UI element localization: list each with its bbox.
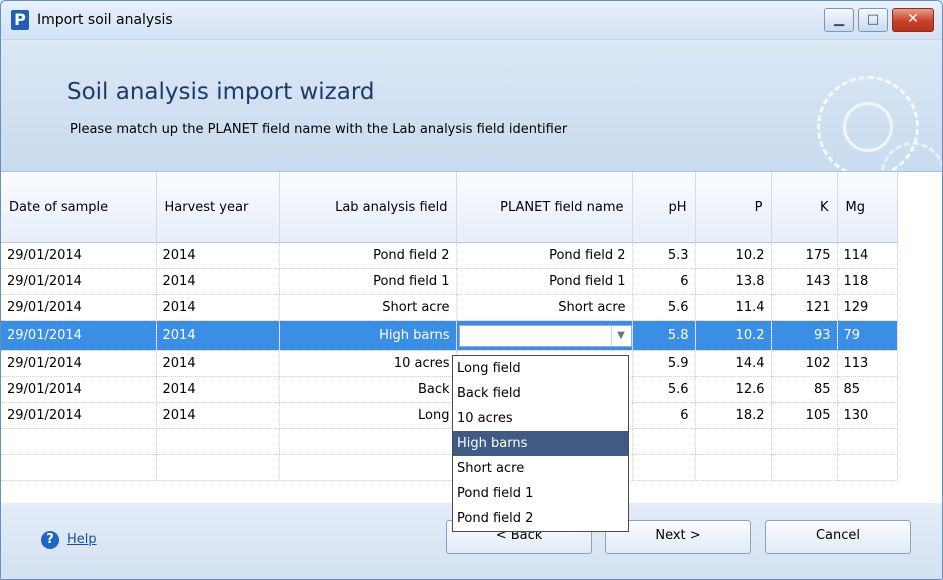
table-row[interactable]: 29/01/2014 2014 Long 6 18.2 105 130: [1, 402, 898, 429]
lab-field-cell[interactable]: Pond field 2: [279, 242, 457, 269]
table-row[interactable]: 29/01/2014 2014 Pond field 2 Pond field …: [1, 242, 898, 269]
date-cell[interactable]: 29/01/2014: [1, 402, 157, 429]
date-cell[interactable]: 29/01/2014: [1, 350, 157, 377]
harvest-year-cell[interactable]: 2014: [156, 242, 280, 269]
k-cell[interactable]: 175: [771, 242, 838, 269]
dropdown-option-highlighted[interactable]: High barns: [453, 431, 628, 456]
wizard-header: [1, 40, 942, 206]
title-bar: P Import soil analysis ▁ □ ✕: [1, 1, 942, 40]
maximize-icon: □: [866, 12, 880, 27]
p-cell[interactable]: 12.6: [695, 376, 772, 403]
dropdown-option[interactable]: Pond field 1: [453, 481, 628, 506]
table-row[interactable]: 29/01/2014 2014 Short acre Short acre 5.…: [1, 294, 898, 321]
empty-table-row[interactable]: [1, 428, 898, 455]
dropdown-option[interactable]: Short acre: [453, 456, 628, 481]
table-row[interactable]: 29/01/2014 2014 Pond field 1 Pond field …: [1, 268, 898, 295]
maximize-button[interactable]: □: [858, 8, 888, 32]
harvest-year-cell[interactable]: 2014: [156, 320, 280, 351]
mg-cell[interactable]: 114: [837, 242, 898, 269]
gear-hub-icon: [843, 102, 893, 152]
column-header[interactable]: pH: [632, 172, 696, 243]
harvest-year-cell[interactable]: 2014: [156, 376, 280, 403]
mg-cell[interactable]: 118: [837, 268, 898, 295]
empty-table-row[interactable]: [1, 454, 898, 481]
mg-cell[interactable]: 113: [837, 350, 898, 377]
lab-field-cell[interactable]: Short acre: [279, 294, 457, 321]
wizard-subheading: Please match up the PLANET field name wi…: [70, 122, 568, 137]
planet-field-cell[interactable]: Pond field 1: [456, 268, 633, 295]
p-cell[interactable]: 14.4: [695, 350, 772, 377]
close-button[interactable]: ✕: [892, 8, 934, 32]
k-cell[interactable]: 93: [771, 320, 838, 351]
ph-cell[interactable]: 5.8: [632, 320, 696, 351]
import-soil-analysis-window: P Import soil analysis ▁ □ ✕ Soil analys…: [0, 0, 943, 580]
k-cell[interactable]: 143: [771, 268, 838, 295]
mg-cell[interactable]: 130: [837, 402, 898, 429]
harvest-year-cell[interactable]: 2014: [156, 294, 280, 321]
app-icon: P: [11, 10, 29, 30]
mg-cell[interactable]: 129: [837, 294, 898, 321]
planet-field-cell[interactable]: Short acre: [456, 294, 633, 321]
table-row[interactable]: 29/01/2014 2014 Back 5.6 12.6 85 85: [1, 376, 898, 403]
mg-cell[interactable]: 79: [837, 320, 898, 351]
date-cell[interactable]: 29/01/2014: [1, 320, 157, 351]
p-cell[interactable]: 18.2: [695, 402, 772, 429]
dropdown-option[interactable]: 10 acres: [453, 406, 628, 431]
k-cell[interactable]: 121: [771, 294, 838, 321]
planet-field-cell[interactable]: Pond field 2: [456, 242, 633, 269]
column-header[interactable]: K: [771, 172, 838, 243]
lab-field-cell[interactable]: Pond field 1: [279, 268, 457, 295]
k-cell[interactable]: 85: [771, 376, 838, 403]
table-row[interactable]: 29/01/2014 2014 10 acres 5.9 14.4 102 11…: [1, 350, 898, 377]
ph-cell[interactable]: 5.6: [632, 376, 696, 403]
soil-analysis-table: Date of sample Harvest year Lab analysis…: [1, 172, 898, 481]
lab-field-cell[interactable]: 10 acres: [279, 350, 457, 377]
close-icon: ✕: [907, 11, 919, 27]
selected-table-row[interactable]: 29/01/2014 2014 High barns ▼ 5.8 10.2 93…: [1, 320, 898, 351]
date-cell[interactable]: 29/01/2014: [1, 242, 157, 269]
ph-cell[interactable]: 5.9: [632, 350, 696, 377]
k-cell[interactable]: 105: [771, 402, 838, 429]
help-link[interactable]: Help: [67, 532, 97, 547]
help-icon[interactable]: ?: [41, 531, 59, 549]
harvest-year-cell[interactable]: 2014: [156, 402, 280, 429]
date-cell[interactable]: 29/01/2014: [1, 268, 157, 295]
column-header[interactable]: P: [695, 172, 772, 243]
ph-cell[interactable]: 6: [632, 268, 696, 295]
column-header[interactable]: Mg: [837, 172, 898, 243]
date-cell[interactable]: 29/01/2014: [1, 376, 157, 403]
p-cell[interactable]: 13.8: [695, 268, 772, 295]
harvest-year-cell[interactable]: 2014: [156, 268, 280, 295]
ph-cell[interactable]: 6: [632, 402, 696, 429]
p-cell[interactable]: 11.4: [695, 294, 772, 321]
k-cell[interactable]: 102: [771, 350, 838, 377]
planet-field-dropdown-list[interactable]: Long field Back field 10 acres High barn…: [452, 355, 629, 532]
p-cell[interactable]: 10.2: [695, 242, 772, 269]
table-header-row: Date of sample Harvest year Lab analysis…: [1, 172, 898, 243]
ph-cell[interactable]: 5.3: [632, 242, 696, 269]
harvest-year-cell[interactable]: 2014: [156, 350, 280, 377]
p-cell[interactable]: 10.2: [695, 320, 772, 351]
lab-field-cell[interactable]: Back: [279, 376, 457, 403]
column-header[interactable]: Lab analysis field: [279, 172, 457, 243]
wizard-heading: Soil analysis import wizard: [67, 79, 375, 105]
dropdown-option[interactable]: Back field: [453, 381, 628, 406]
planet-field-editor-cell[interactable]: ▼: [456, 320, 633, 351]
dropdown-option[interactable]: Pond field 2: [453, 506, 628, 531]
date-cell[interactable]: 29/01/2014: [1, 294, 157, 321]
lab-field-cell[interactable]: Long: [279, 402, 457, 429]
window-title: Import soil analysis: [37, 12, 173, 28]
minimize-button[interactable]: ▁: [824, 8, 854, 32]
column-header[interactable]: PLANET field name: [456, 172, 633, 243]
mg-cell[interactable]: 85: [837, 376, 898, 403]
dropdown-option[interactable]: Long field: [453, 356, 628, 381]
column-header[interactable]: Harvest year: [156, 172, 280, 243]
column-header[interactable]: Date of sample: [1, 172, 157, 243]
lab-field-cell[interactable]: High barns: [279, 320, 457, 351]
ph-cell[interactable]: 5.6: [632, 294, 696, 321]
dropdown-arrow-icon[interactable]: ▼: [610, 325, 631, 346]
planet-field-combobox[interactable]: ▼: [458, 324, 631, 347]
cancel-button[interactable]: Cancel: [765, 520, 911, 554]
minimize-icon: ▁: [834, 12, 844, 27]
